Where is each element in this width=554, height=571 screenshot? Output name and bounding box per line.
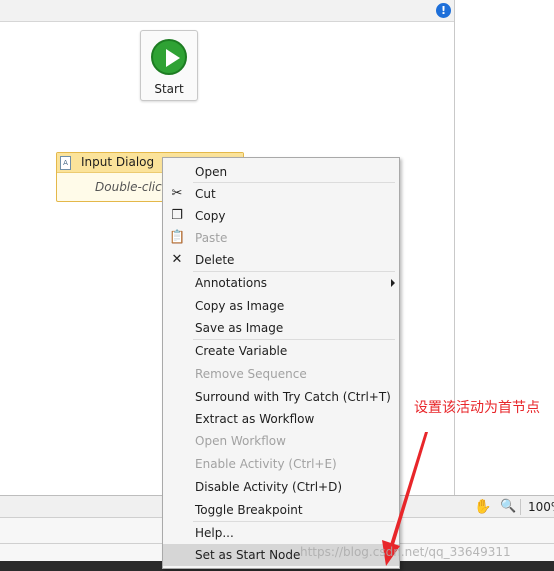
watermark: https://blog.csdn.net/qq_33649311 [300, 545, 511, 559]
annotation-arrow [382, 432, 428, 566]
arrow-shaft [389, 432, 428, 548]
annotation-text: 设置该活动为首节点 [414, 400, 540, 416]
